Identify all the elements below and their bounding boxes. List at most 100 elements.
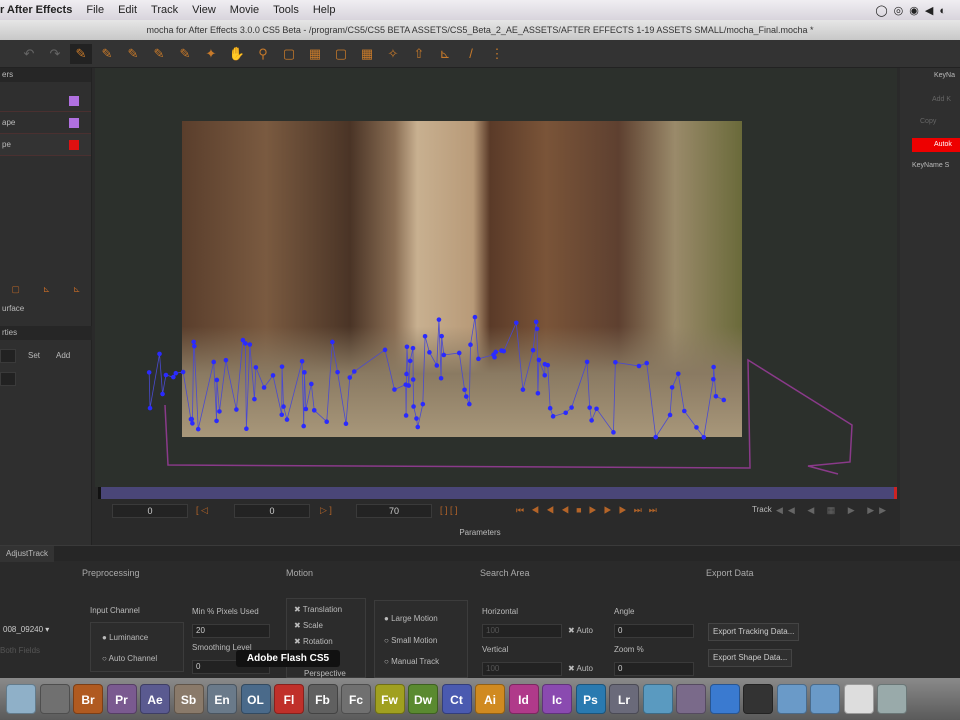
dock-app-icon[interactable] [39,684,70,714]
magic-tool-icon[interactable]: ✦ [200,44,222,64]
dock-app-icon[interactable]: Br [73,684,103,714]
layer-color[interactable] [69,118,79,128]
layer-row[interactable]: ape [0,112,91,134]
more-icon[interactable]: ⋮ [486,44,508,64]
manual-track-radio[interactable]: ○ Manual Track [384,657,439,666]
redo-icon[interactable]: ↷ [44,44,66,64]
playback-controls[interactable]: ⏮◀◀◀■▶▶▶⏭⏭ [516,505,664,516]
set-out-icon[interactable]: ▷ ] [320,505,332,516]
export-shape-button[interactable]: Export Shape Data... [708,649,793,667]
dock-app-icon[interactable] [810,684,840,714]
layer-btn-icon[interactable]: ▢ [11,284,20,300]
undo-icon[interactable]: ↶ [18,44,40,64]
dock-app-icon[interactable]: OL [240,684,271,714]
horizontal-input[interactable]: 100 [482,624,562,638]
brush-icon[interactable]: / [460,44,482,64]
vertical-auto-checkbox[interactable]: ✖ Auto [568,664,593,673]
min-pixels-input[interactable]: 20 [192,624,270,638]
vertical-input[interactable]: 100 [482,662,562,676]
translation-checkbox[interactable]: ✖ Translation [294,605,342,614]
layer-btn-icon[interactable]: ⊾ [43,284,51,300]
dock-app-icon[interactable] [877,684,907,714]
menu-view[interactable]: View [192,4,216,16]
dock-app-icon[interactable] [642,684,673,714]
out-point-field[interactable]: 70 [356,504,432,518]
dock-app-icon[interactable]: Ct [441,684,472,714]
set-button[interactable]: Set [28,351,40,360]
menu-tools[interactable]: Tools [273,4,299,16]
autokey-button[interactable]: Autok [912,138,960,152]
add-point-icon[interactable]: ✎ [174,44,196,64]
dock-app-icon[interactable] [709,684,740,714]
menu-file[interactable]: File [86,4,104,16]
zoom-input[interactable]: 0 [614,662,694,676]
dock-app-icon[interactable]: Ae [140,684,170,714]
tab-adjust-track[interactable]: AdjustTrack [0,546,54,562]
dock-app-icon[interactable]: En [207,684,237,714]
menu-help[interactable]: Help [313,4,336,16]
large-motion-radio[interactable]: ● Large Motion [384,614,438,623]
stabilize-icon[interactable]: ⊾ [434,44,456,64]
dock-app-icon[interactable]: Ps [575,684,606,714]
track-controls[interactable]: ◀◀ ◀ ▦ ▶ ▶▶ [776,505,891,516]
frame-icon[interactable]: ▢ [330,44,352,64]
timeline-scrubber[interactable] [98,487,897,499]
layer-color[interactable] [69,96,79,106]
layer-icon[interactable]: ▦ [356,44,378,64]
luminance-radio[interactable]: ● Luminance [102,633,148,642]
dock-app-icon[interactable] [843,684,874,714]
clip-select[interactable]: 008_09240 ▾ [0,624,70,638]
dock-app-icon[interactable]: Pr [106,684,137,714]
dock-app-icon[interactable]: Fw [374,684,405,714]
menu-movie[interactable]: Movie [230,4,259,16]
properties-field-2[interactable] [0,372,16,386]
dock-app-icon[interactable] [676,684,706,714]
video-frame[interactable] [182,121,742,437]
zoom-tool-icon[interactable]: ⚲ [252,44,274,64]
dock-app-icon[interactable]: Ai [475,684,505,714]
dock-app-icon[interactable]: Ic [542,684,572,714]
align-icon[interactable]: ✧ [382,44,404,64]
select-tool-icon[interactable]: ✎ [70,43,92,64]
dock-app-icon[interactable]: Fb [307,684,338,714]
surface-icon[interactable]: ▢ [278,44,300,64]
dock-app-icon[interactable]: Lr [609,684,639,714]
dock-app-icon[interactable]: Dw [408,684,438,714]
add-key-button[interactable]: Add K [932,96,951,103]
bezier-tool-icon[interactable]: ✎ [148,44,170,64]
in-point-field[interactable]: 0 [112,504,188,518]
small-motion-radio[interactable]: ○ Small Motion [384,636,437,645]
layer-row[interactable] [0,90,91,112]
dock-app-icon[interactable]: Id [508,684,539,714]
scale-checkbox[interactable]: ✖ Scale [294,621,323,630]
angle-input[interactable]: 0 [614,624,694,638]
dock-app-icon[interactable]: Fc [341,684,371,714]
in-out-toggle-icon[interactable]: [ ] [ ] [440,505,458,515]
export-tracking-button[interactable]: Export Tracking Data... [708,623,800,641]
properties-field[interactable] [0,349,16,363]
xspline-tool-icon[interactable]: ✎ [122,44,144,64]
layer-btn-icon[interactable]: ⊾ [73,284,81,300]
dock-app-icon[interactable] [776,684,807,714]
copy-button[interactable]: Copy [920,118,936,125]
menu-track[interactable]: Track [151,4,178,16]
menu-edit[interactable]: Edit [118,4,137,16]
pick-tool-icon[interactable]: ✎ [96,44,118,64]
rotation-checkbox[interactable]: ✖ Rotation [294,637,333,646]
layer-row[interactable]: pe [0,134,91,156]
dock-app-icon[interactable] [6,684,36,714]
grid-icon[interactable]: ▦ [304,44,326,64]
auto-channel-radio[interactable]: ○ Auto Channel [102,654,157,663]
add-button[interactable]: Add [56,351,70,360]
current-frame-field[interactable]: 0 [234,504,310,518]
dock-app-icon[interactable]: Fl [274,684,304,714]
horizontal-auto-checkbox[interactable]: ✖ Auto [568,626,593,635]
layer-color[interactable] [69,140,79,150]
app-menu[interactable]: r After Effects [0,4,72,16]
dock-app-icon[interactable]: Sb [173,684,204,714]
hand-tool-icon[interactable]: ✋ [226,44,248,64]
up-icon[interactable]: ⇧ [408,44,430,64]
dock-app-icon[interactable] [743,684,773,714]
perspective-label[interactable]: Perspective [304,669,346,678]
set-in-icon[interactable]: [ ◁ [196,505,208,516]
